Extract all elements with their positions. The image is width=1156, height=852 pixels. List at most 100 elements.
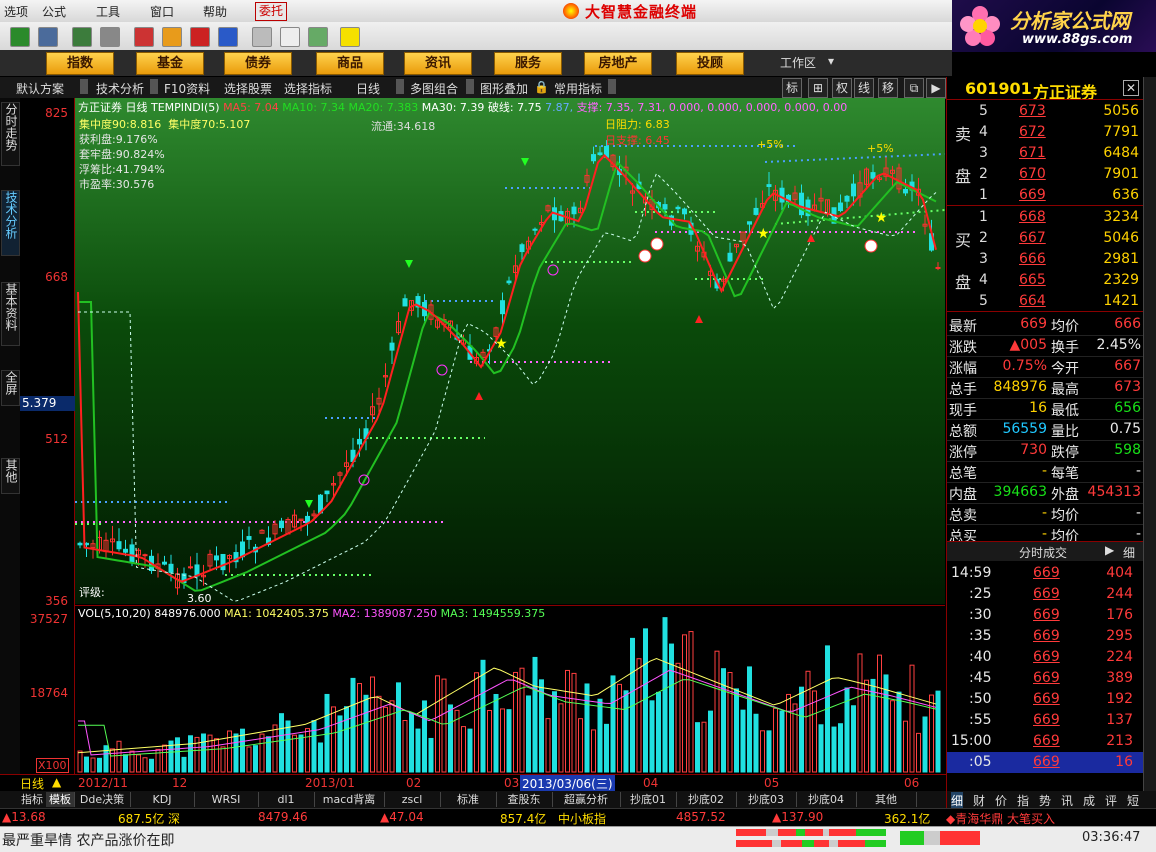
window-icon[interactable]: [252, 27, 272, 47]
right-tab[interactable]: 细: [951, 792, 964, 809]
tick-row[interactable]: :35 669 295: [947, 626, 1143, 647]
bottom-tab[interactable]: 抄底02: [676, 792, 737, 807]
cat-realestate[interactable]: 房地产: [584, 52, 652, 75]
bottom-tab[interactable]: Dde决策: [74, 792, 131, 807]
right-tab[interactable]: 价: [995, 792, 1007, 809]
ltab-other[interactable]: 其他: [1, 458, 20, 494]
tick-row[interactable]: :30 669 176: [947, 605, 1143, 626]
mode-move[interactable]: 移: [878, 78, 898, 98]
sub-default-scheme[interactable]: 默认方案: [16, 80, 64, 97]
bottom-tab[interactable]: 其他: [856, 792, 917, 807]
tools-icon[interactable]: [100, 27, 120, 47]
binoculars-icon[interactable]: [72, 27, 92, 47]
ticks-more[interactable]: 细: [1123, 544, 1135, 561]
right-tab[interactable]: 短: [1127, 792, 1139, 809]
order-volume: 5046: [1103, 230, 1139, 246]
flag-icon[interactable]: [10, 27, 30, 47]
bottom-tab[interactable]: WRSI: [194, 792, 259, 807]
volume-bar: [97, 757, 102, 773]
volume-chart[interactable]: VOL(5,10,20) 848976.000 MA1: 1042405.375…: [75, 605, 945, 774]
tick-row[interactable]: :05 669 16: [947, 752, 1143, 773]
candle-body: [506, 280, 512, 284]
menu-help[interactable]: 帮助: [203, 3, 227, 20]
sub-tech-analysis[interactable]: 技术分析: [96, 80, 144, 97]
bottom-tab[interactable]: 指标: [18, 792, 47, 807]
mode-mark[interactable]: 标: [782, 78, 802, 98]
menu-tools[interactable]: 工具: [96, 3, 120, 20]
restore-icon[interactable]: ⧉: [904, 78, 924, 98]
tick-row[interactable]: :45 669 389: [947, 668, 1143, 689]
bottom-tab[interactable]: dl1: [258, 792, 315, 807]
sub-daily[interactable]: 日线: [356, 80, 380, 97]
tick-row[interactable]: :40 669 224: [947, 647, 1143, 668]
ltab-tech[interactable]: 技术分析: [1, 190, 20, 256]
network-icon[interactable]: [190, 27, 210, 47]
alert-icon[interactable]: [134, 27, 154, 47]
bottom-tab[interactable]: 抄底01: [620, 792, 677, 807]
tick-row[interactable]: :50 669 192: [947, 689, 1143, 710]
bottom-tab[interactable]: 超赢分析: [552, 792, 621, 807]
ltab-basic[interactable]: 基本资料: [1, 282, 20, 346]
ticks-play-icon[interactable]: ▶: [1105, 543, 1114, 557]
bottom-tab[interactable]: 抄底04: [796, 792, 857, 807]
ltab-fullscreen[interactable]: 全屏: [1, 370, 20, 406]
tick-row[interactable]: :25 669 244: [947, 584, 1143, 605]
bottom-tab[interactable]: 模板: [46, 792, 75, 807]
menu-formula[interactable]: 公式: [42, 3, 66, 20]
bottom-tab[interactable]: KDJ: [130, 792, 195, 807]
play-icon[interactable]: ▶: [926, 78, 946, 98]
menu-options[interactable]: 选项: [4, 3, 28, 20]
right-tab[interactable]: 成: [1083, 792, 1095, 809]
bottom-tab[interactable]: 查股东: [496, 792, 553, 807]
quote-scrollbar[interactable]: [1143, 77, 1156, 791]
bottom-tab[interactable]: 抄底03: [736, 792, 797, 807]
triangle-up-icon[interactable]: ▲: [52, 775, 61, 789]
cat-news[interactable]: 资讯: [404, 52, 472, 75]
workarea-dropdown-icon[interactable]: ▾: [828, 54, 834, 68]
crosshair-icon[interactable]: ⊞: [808, 78, 828, 98]
sub-common-indicator[interactable]: 常用指标: [554, 80, 602, 97]
news-ticker[interactable]: 最严重旱情 农产品涨价在即: [2, 830, 174, 850]
diamond-icon[interactable]: [162, 27, 182, 47]
close-icon[interactable]: ✕: [1123, 80, 1139, 96]
ticker-alert[interactable]: ◆青海华鼎 大笔买入: [946, 810, 1055, 827]
right-tab[interactable]: 势: [1039, 792, 1051, 809]
cat-commodity[interactable]: 商品: [316, 52, 384, 75]
bottom-tab[interactable]: zscl: [384, 792, 441, 807]
order-row: 3 666 2981: [947, 249, 1143, 270]
workarea-label[interactable]: 工作区: [780, 54, 816, 71]
menu-window[interactable]: 窗口: [150, 3, 174, 20]
grid-icon[interactable]: [38, 27, 58, 47]
ltab-intraday[interactable]: 分时走势: [1, 102, 20, 166]
layout-icon[interactable]: [280, 27, 300, 47]
sub-overlay[interactable]: 图形叠加: [480, 80, 528, 97]
tick-row[interactable]: :55 669 137: [947, 710, 1143, 731]
mode-right[interactable]: 权: [832, 78, 852, 98]
right-tab[interactable]: 指: [1017, 792, 1029, 809]
globe-icon[interactable]: [218, 27, 238, 47]
cat-bond[interactable]: 债券: [224, 52, 292, 75]
right-tab[interactable]: 评: [1105, 792, 1117, 809]
sub-select-indicator[interactable]: 选择指标: [284, 80, 332, 97]
mode-line[interactable]: 线: [854, 78, 874, 98]
sub-f10[interactable]: F10资料: [164, 80, 210, 97]
cat-index[interactable]: 指数: [46, 52, 114, 75]
bottom-tab[interactable]: 标准: [440, 792, 497, 807]
candle-body: [357, 438, 362, 445]
right-tab[interactable]: 财: [973, 792, 985, 809]
cat-advisor[interactable]: 投顾: [676, 52, 744, 75]
sub-select-stock[interactable]: 选择股票: [224, 80, 272, 97]
help-pointer-icon[interactable]: [340, 27, 360, 47]
cat-fund[interactable]: 基金: [136, 52, 204, 75]
menu-trade-tab[interactable]: 委托: [255, 2, 287, 21]
bottom-tab[interactable]: macd背离: [314, 792, 385, 807]
price-chart[interactable]: ★ ★ ★ 方正证券 日线 TEMPINDI(5) MA5: 7.04 MA10…: [75, 98, 945, 604]
tick-row[interactable]: 15:00 669 213: [947, 731, 1143, 752]
period-label[interactable]: 日线: [20, 775, 44, 792]
cat-service[interactable]: 服务: [494, 52, 562, 75]
lock-icon[interactable]: 🔒: [534, 80, 549, 94]
sub-multi-chart[interactable]: 多图组合: [410, 80, 458, 97]
right-tab[interactable]: 讯: [1061, 792, 1073, 809]
book-icon[interactable]: [308, 27, 328, 47]
tick-row[interactable]: 14:59 669 404: [947, 563, 1143, 584]
